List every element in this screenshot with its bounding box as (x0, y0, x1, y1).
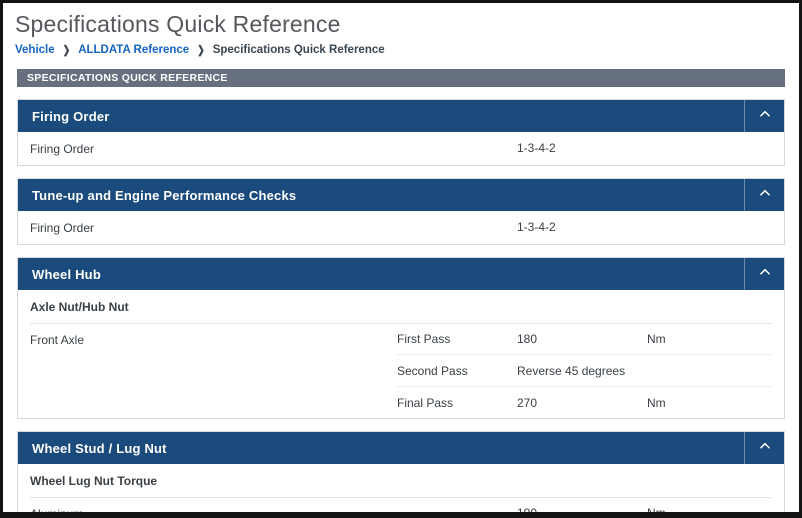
spec-section-title: Firing Order (32, 108, 110, 124)
spec-section-title: Tune-up and Engine Performance Checks (32, 187, 297, 203)
spec-section-body: Wheel Lug Nut Torque Aluminum 190 Nm (18, 464, 784, 518)
spec-row-label: Firing Order (30, 221, 95, 235)
spec-value: 270 (517, 396, 538, 410)
spec-line: Second Pass Reverse 45 degrees (397, 354, 772, 386)
collapse-button[interactable] (744, 258, 784, 290)
spec-line: 1-3-4-2 (397, 132, 772, 163)
spec-section-title: Wheel Stud / Lug Nut (32, 440, 167, 456)
breadcrumb-current: Specifications Quick Reference (212, 44, 385, 56)
spec-section-body: Firing Order 1-3-4-2 (18, 211, 784, 244)
specifications-page: Specifications Quick Reference Vehicle ❯ A… (3, 3, 799, 518)
spec-row: Wheel Lug Nut Torque (18, 464, 784, 497)
spec-row: Aluminum 190 Nm (18, 497, 784, 518)
spec-unit (647, 220, 772, 234)
section-banner-label: SPECIFICATIONS QUICK REFERENCE (27, 72, 228, 84)
spec-unit: Nm (647, 332, 666, 346)
spec-section-header[interactable]: Firing Order (18, 100, 784, 132)
spec-value: 190 (517, 506, 538, 518)
spec-name (397, 506, 517, 512)
spec-row-label: Axle Nut/Hub Nut (30, 300, 129, 314)
spec-row: Firing Order 1-3-4-2 (18, 211, 784, 244)
spec-section-body: Firing Order 1-3-4-2 (18, 132, 784, 165)
spec-unit: Nm (647, 396, 666, 410)
spec-row: Front Axle First Pass 180 Nm Second Pass… (18, 323, 784, 418)
breadcrumb-chevron-icon: ❯ (62, 43, 71, 56)
collapse-button[interactable] (744, 179, 784, 211)
spec-name (397, 220, 517, 234)
spec-unit: Nm (647, 506, 666, 518)
chevron-up-icon (758, 439, 772, 458)
spec-section: Wheel Hub Axle Nut/Hub Nut Front Axle Fi… (17, 257, 785, 419)
spec-line: 190 Nm (397, 497, 772, 518)
spec-unit (647, 141, 772, 155)
breadcrumb: Vehicle ❯ ALLDATA Reference ❯ Specifications… (15, 43, 785, 56)
spec-name: Second Pass (397, 364, 468, 378)
section-banner: SPECIFICATIONS QUICK REFERENCE (17, 69, 785, 87)
spec-row-values: 1-3-4-2 (397, 132, 784, 165)
spec-sections-container: Firing Order Firing Order 1-3-4-2 Tune-u… (17, 99, 785, 518)
spec-line: 1-3-4-2 (397, 211, 772, 242)
spec-section: Wheel Stud / Lug Nut Wheel Lug Nut Torqu… (17, 431, 785, 518)
spec-row-label: Front Axle (30, 333, 85, 347)
spec-section: Firing Order Firing Order 1-3-4-2 (17, 99, 785, 166)
spec-section-title: Wheel Hub (32, 266, 101, 282)
breadcrumb-link[interactable]: Vehicle (15, 44, 55, 56)
spec-section-header[interactable]: Wheel Stud / Lug Nut (18, 432, 784, 464)
spec-row-label: Firing Order (30, 142, 95, 156)
spec-row-label: Wheel Lug Nut Torque (30, 474, 158, 488)
spec-section-body: Axle Nut/Hub Nut Front Axle First Pass 1… (18, 290, 784, 418)
app-window: Specifications Quick Reference Vehicle ❯ A… (0, 0, 802, 518)
spec-value: 1-3-4-2 (517, 141, 556, 155)
spec-row-values: First Pass 180 Nm Second Pass Reverse 45… (397, 323, 784, 418)
spec-section-header[interactable]: Tune-up and Engine Performance Checks (18, 179, 784, 211)
chevron-up-icon (758, 265, 772, 284)
spec-line: Final Pass 270 Nm (397, 386, 772, 418)
spec-name (397, 141, 517, 155)
breadcrumb-chevron-icon: ❯ (197, 43, 205, 56)
chevron-up-icon (758, 186, 772, 205)
chevron-up-icon (758, 107, 772, 126)
spec-line: First Pass 180 Nm (397, 323, 772, 354)
spec-row: Axle Nut/Hub Nut (18, 290, 784, 323)
spec-row-values: 190 Nm (397, 497, 784, 518)
collapse-button[interactable] (744, 432, 784, 464)
spec-row-label: Aluminum (30, 507, 84, 518)
spec-row-values: 1-3-4-2 (397, 211, 784, 244)
spec-value: Reverse 45 degrees (517, 364, 626, 378)
spec-section-header[interactable]: Wheel Hub (18, 258, 784, 290)
spec-row: Firing Order 1-3-4-2 (18, 132, 784, 165)
spec-name: Final Pass (397, 396, 454, 410)
collapse-button[interactable] (744, 100, 784, 132)
page-title: Specifications Quick Reference (15, 11, 341, 37)
spec-unit (647, 364, 772, 378)
spec-section: Tune-up and Engine Performance Checks Fi… (17, 178, 785, 245)
spec-name: First Pass (397, 332, 451, 346)
spec-value: 1-3-4-2 (517, 220, 556, 234)
spec-value: 180 (517, 332, 538, 346)
breadcrumb-link[interactable]: ALLDATA Reference (78, 44, 189, 56)
